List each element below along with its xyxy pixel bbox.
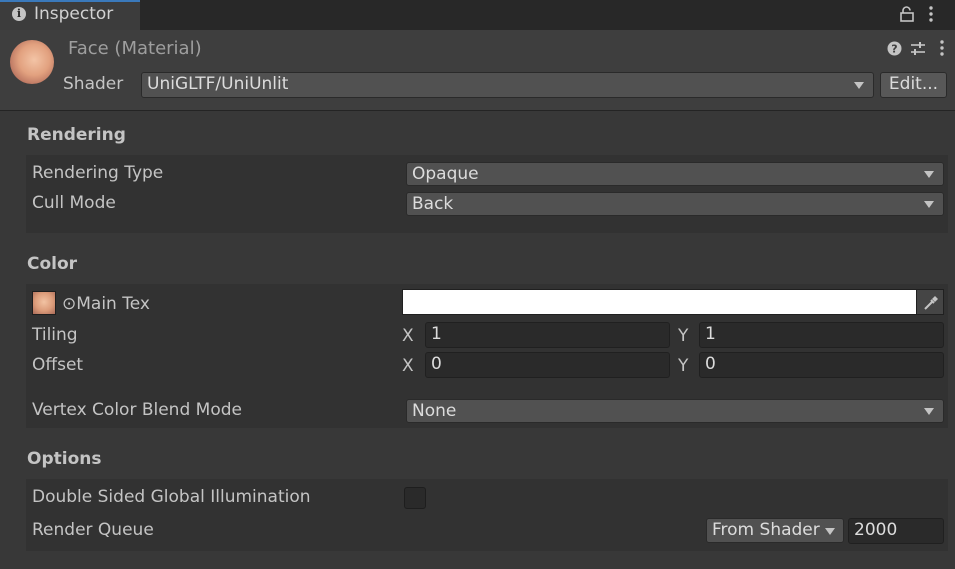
info-icon: i — [12, 7, 26, 21]
double-sided-gi-checkbox[interactable] — [404, 487, 426, 509]
tab-bar — [0, 0, 955, 30]
shader-value: UniGLTF/UniUnlit — [147, 74, 289, 94]
vertex-color-blend-dropdown[interactable]: None — [406, 399, 944, 423]
chevron-down-icon — [854, 82, 864, 89]
tiling-x-label: X — [402, 326, 414, 346]
cull-mode-dropdown[interactable]: Back — [406, 192, 944, 216]
chevron-down-icon — [924, 201, 934, 208]
offset-label: Offset — [32, 355, 84, 375]
material-preview-icon — [10, 40, 54, 84]
render-queue-mode-dropdown[interactable]: From Shader — [706, 518, 844, 543]
offset-y-label: Y — [678, 356, 689, 376]
tiling-y-label: Y — [678, 326, 689, 346]
tiling-label: Tiling — [32, 325, 78, 345]
vertex-color-blend-label: Vertex Color Blend Mode — [32, 400, 242, 420]
inspector-tab-label: Inspector — [34, 4, 114, 24]
presets-icon[interactable] — [910, 41, 926, 61]
offset-x-field[interactable]: 0 — [425, 352, 670, 378]
section-options-title: Options — [27, 449, 102, 469]
kebab-menu-icon[interactable] — [928, 6, 934, 25]
tiling-y-field[interactable]: 1 — [699, 322, 944, 348]
main-tex-label: ⊙Main Tex — [62, 294, 150, 314]
lock-icon[interactable] — [900, 6, 914, 25]
chevron-down-icon — [924, 408, 934, 415]
chevron-down-icon — [924, 171, 934, 178]
offset-y-field[interactable]: 0 — [699, 352, 944, 378]
eyedropper-icon — [924, 296, 938, 310]
help-icon[interactable]: ? — [887, 41, 902, 61]
double-sided-gi-label: Double Sided Global Illumination — [32, 487, 311, 507]
material-name: Face (Material) — [68, 38, 202, 59]
eyedropper-button[interactable] — [916, 289, 944, 315]
rendering-type-dropdown[interactable]: Opaque — [406, 162, 944, 186]
shader-dropdown[interactable]: UniGLTF/UniUnlit — [141, 72, 874, 98]
main-tex-color-field[interactable] — [402, 289, 917, 315]
rendering-type-value: Opaque — [412, 164, 479, 184]
chevron-down-icon — [825, 528, 835, 535]
offset-x-label: X — [402, 356, 414, 376]
render-queue-value-field[interactable]: 2000 — [848, 518, 944, 544]
shader-label: Shader — [63, 74, 124, 94]
rendering-type-label: Rendering Type — [32, 163, 164, 183]
section-rendering-title: Rendering — [27, 125, 126, 145]
svg-text:?: ? — [891, 43, 897, 56]
cull-mode-label: Cull Mode — [32, 193, 116, 213]
header-kebab-menu-icon[interactable] — [939, 40, 945, 61]
cull-mode-value: Back — [412, 194, 454, 214]
main-tex-thumbnail[interactable] — [32, 291, 56, 315]
render-queue-label: Render Queue — [32, 520, 154, 540]
vertex-color-blend-value: None — [412, 401, 457, 421]
tiling-x-field[interactable]: 1 — [425, 322, 670, 348]
section-color-title: Color — [27, 254, 78, 274]
edit-shader-button[interactable]: Edit... — [880, 72, 947, 98]
render-queue-mode-value: From Shader — [712, 520, 820, 540]
